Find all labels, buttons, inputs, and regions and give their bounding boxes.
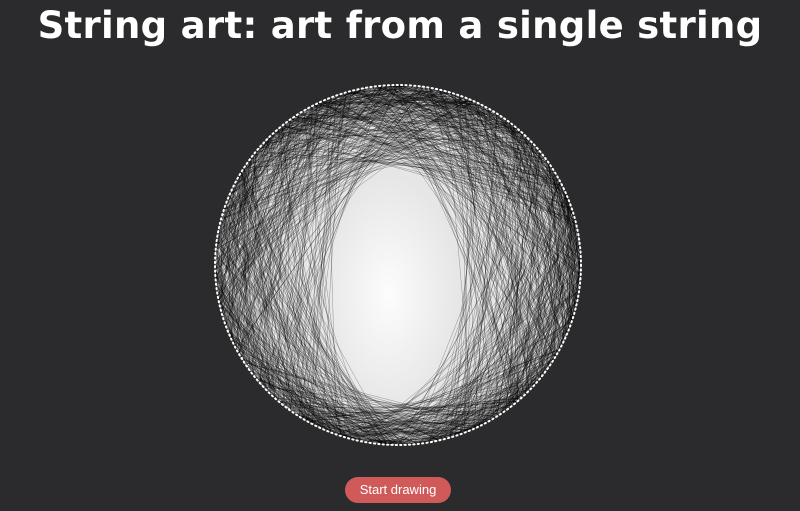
start-drawing-button[interactable]: Start drawing (345, 477, 451, 503)
page-title: String art: art from a single string (37, 4, 763, 47)
string-art-canvas (214, 84, 582, 446)
string-art-image (215, 85, 581, 445)
